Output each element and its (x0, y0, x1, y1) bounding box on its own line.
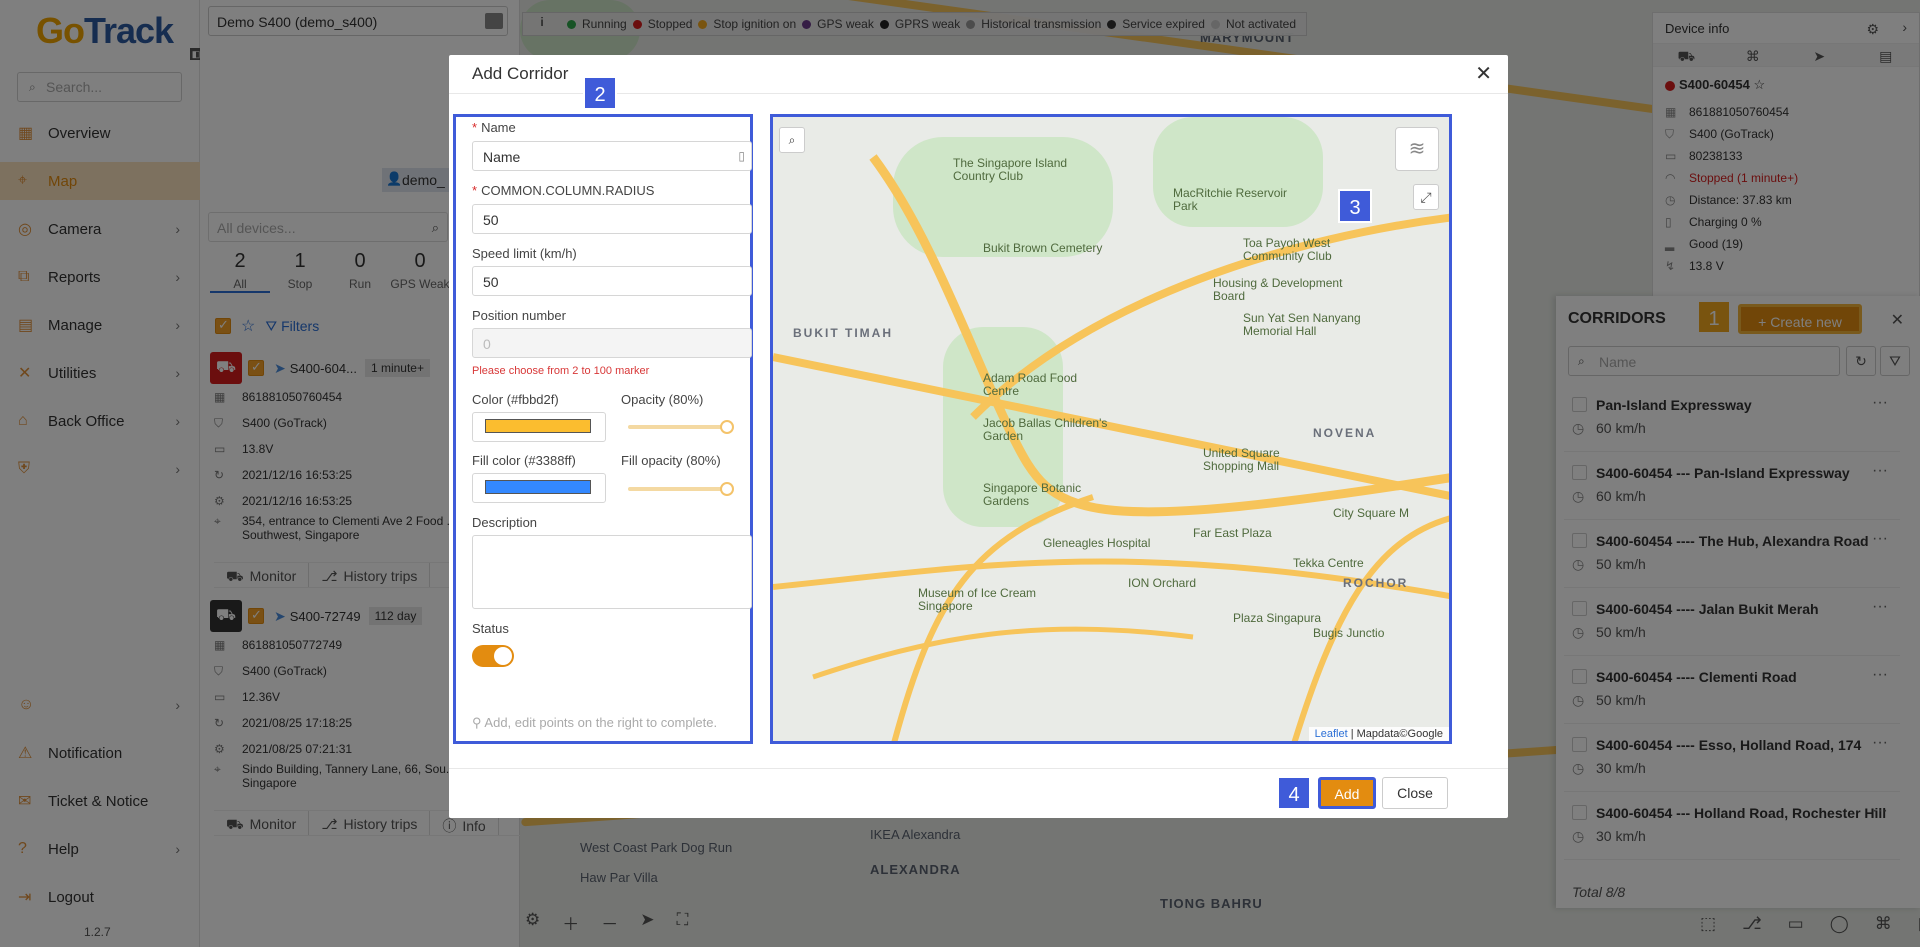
position-number-label: Position number (472, 308, 566, 323)
position-number-field: 0 (472, 328, 752, 358)
radius-label: * COMMON.COLUMN.RADIUS (472, 183, 655, 198)
opacity-slider-handle[interactable] (720, 420, 734, 434)
lightbulb-icon: ⚲ (472, 715, 485, 730)
map-poi-label: ION Orchard (1128, 576, 1197, 590)
fill-color-picker[interactable] (472, 473, 606, 503)
map-road (891, 494, 1094, 741)
step-marker-3: 3 (1338, 189, 1372, 223)
status-toggle-knob (494, 647, 512, 665)
name-field[interactable]: Name ▯ (472, 141, 752, 171)
map-poi-label: Toa Payoh West Community Club (1243, 236, 1332, 263)
map-poi-label: Adam Road Food Centre (983, 371, 1078, 398)
modal-title: Add Corridor (472, 64, 569, 83)
app-root: GoTrack ◧ ⌕Search... ▦Overview⌖Map◎Camer… (0, 0, 1920, 947)
map-poi-label: ROCHOR (1343, 576, 1409, 590)
add-button[interactable]: Add (1318, 777, 1376, 809)
status-toggle[interactable] (472, 645, 514, 667)
marker-error-text: Please choose from 2 to 100 marker (472, 365, 650, 377)
description-textarea[interactable] (472, 535, 752, 609)
map-poi-label: Far East Plaza (1193, 526, 1272, 540)
color-label: Color (#fbbd2f) (472, 392, 559, 407)
fill-color-label: Fill color (#3388ff) (472, 453, 576, 468)
close-button[interactable]: Close (1382, 777, 1448, 809)
map-poi-label: Bugis Junctio (1313, 626, 1385, 640)
close-icon[interactable]: ✕ (1475, 61, 1492, 86)
layers-icon[interactable]: ≋ (1395, 127, 1439, 171)
map-road (812, 626, 1194, 680)
step-marker-2: 2 (583, 76, 617, 110)
map-poi-label: City Square M (1333, 506, 1410, 520)
fill-opacity-label: Fill opacity (80%) (621, 453, 721, 468)
expand-icon[interactable]: ⤢ (1413, 184, 1439, 210)
color-picker[interactable] (472, 412, 606, 442)
speed-limit-field[interactable]: 50 (472, 266, 752, 296)
map-poi-label: Plaza Singapura (1233, 611, 1322, 625)
step-marker-4: 4 (1277, 776, 1311, 810)
leaflet-link[interactable]: Leaflet (1315, 728, 1348, 740)
radius-field[interactable]: 50 (472, 204, 752, 234)
map-poi-label: MacRitchie Reservoir Park (1173, 186, 1288, 213)
opacity-label: Opacity (80%) (621, 392, 704, 407)
name-label: * Name (472, 120, 516, 135)
map-poi-label: United Square Shopping Mall (1203, 446, 1280, 473)
field-suffix-icon: ▯ (738, 149, 745, 163)
map-attribution: Leaflet | Mapdata©Google (1308, 727, 1449, 741)
fill-color-swatch (485, 480, 591, 494)
color-swatch (485, 419, 591, 433)
map-poi-label: Museum of Ice Cream Singapore (918, 586, 1037, 613)
modal-footer-divider (449, 768, 1508, 769)
map-poi-label: Singapore Botanic Gardens (983, 481, 1082, 508)
opacity-slider[interactable] (628, 420, 734, 434)
form-hint: ⚲ Add, edit points on the right to compl… (472, 715, 718, 730)
map-poi-label: Gleneagles Hospital (1043, 536, 1151, 550)
fill-opacity-slider-handle[interactable] (720, 482, 734, 496)
map-poi-label: BUKIT TIMAH (793, 326, 893, 340)
fill-opacity-slider[interactable] (628, 482, 734, 496)
map-poi-label: Tekka Centre (1293, 556, 1364, 570)
map-poi-label: The Singapore Island Country Club (953, 156, 1068, 183)
description-label: Description (472, 515, 538, 530)
map-poi-label: Sun Yat Sen Nanyang Memorial Hall (1243, 311, 1361, 338)
map-poi-label: NOVENA (1313, 426, 1377, 440)
speed-limit-label: Speed limit (km/h) (472, 246, 577, 261)
map-poi-label: Bukit Brown Cemetery (983, 241, 1103, 255)
map-search-icon[interactable]: ⌕ (779, 127, 805, 153)
map-poi-label: Jacob Ballas Children's Garden (983, 416, 1108, 443)
status-label: Status (472, 621, 509, 636)
map-poi-label: Housing & Development Board (1213, 276, 1343, 303)
